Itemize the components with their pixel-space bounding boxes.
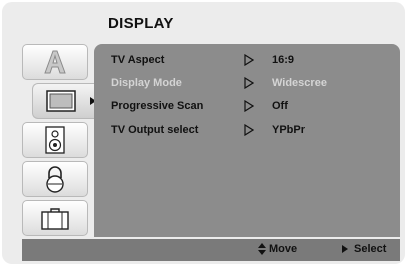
setting-value: Off	[272, 100, 288, 112]
setting-value: Widescree	[272, 77, 327, 89]
tab-audio[interactable]	[22, 122, 88, 158]
up-down-arrow-icon	[258, 243, 266, 255]
select-hint: Select	[342, 243, 386, 255]
setting-label: Display Mode	[111, 77, 182, 89]
setting-row-tv-aspect[interactable]: TV Aspect 16:9	[94, 52, 400, 70]
setting-row-display-mode: Display Mode Widescree	[94, 75, 400, 93]
tab-lock[interactable]	[22, 161, 88, 197]
setting-row-progressive-scan[interactable]: Progressive Scan Off	[94, 98, 400, 116]
move-hint: Move	[258, 243, 297, 255]
tv-screen-icon	[45, 90, 76, 112]
setting-value: YPbPr	[272, 124, 306, 136]
move-hint-label: Move	[269, 243, 298, 255]
settings-panel: TV Aspect 16:9 Display Mode Widescree Pr…	[94, 44, 400, 237]
menu-tabs	[12, 44, 102, 244]
setting-label: TV Output select	[111, 124, 199, 136]
setting-row-tv-output-select[interactable]: TV Output select YPbPr	[94, 122, 400, 140]
tab-display[interactable]	[32, 83, 102, 119]
setting-value: 16:9	[272, 54, 295, 66]
briefcase-icon	[41, 208, 69, 230]
right-triangle-icon	[244, 77, 254, 89]
setting-label: TV Aspect	[111, 54, 165, 66]
speaker-icon	[45, 126, 65, 154]
footer-hint-bar: Move Select	[22, 239, 400, 261]
right-arrow-icon	[342, 245, 348, 253]
setting-label: Progressive Scan	[111, 100, 204, 112]
menu-title: DISPLAY	[108, 15, 174, 32]
tab-language[interactable]	[22, 44, 88, 80]
tab-others[interactable]	[22, 200, 88, 236]
letter-a-icon	[44, 50, 66, 74]
select-hint-label: Select	[354, 243, 387, 255]
lock-icon	[46, 166, 64, 193]
osd-menu-frame: DISPLAY TV Aspect 16:9 Display Mode Wide…	[2, 2, 405, 264]
right-triangle-icon	[244, 124, 254, 136]
right-triangle-icon	[244, 100, 254, 112]
right-triangle-icon	[244, 54, 254, 66]
